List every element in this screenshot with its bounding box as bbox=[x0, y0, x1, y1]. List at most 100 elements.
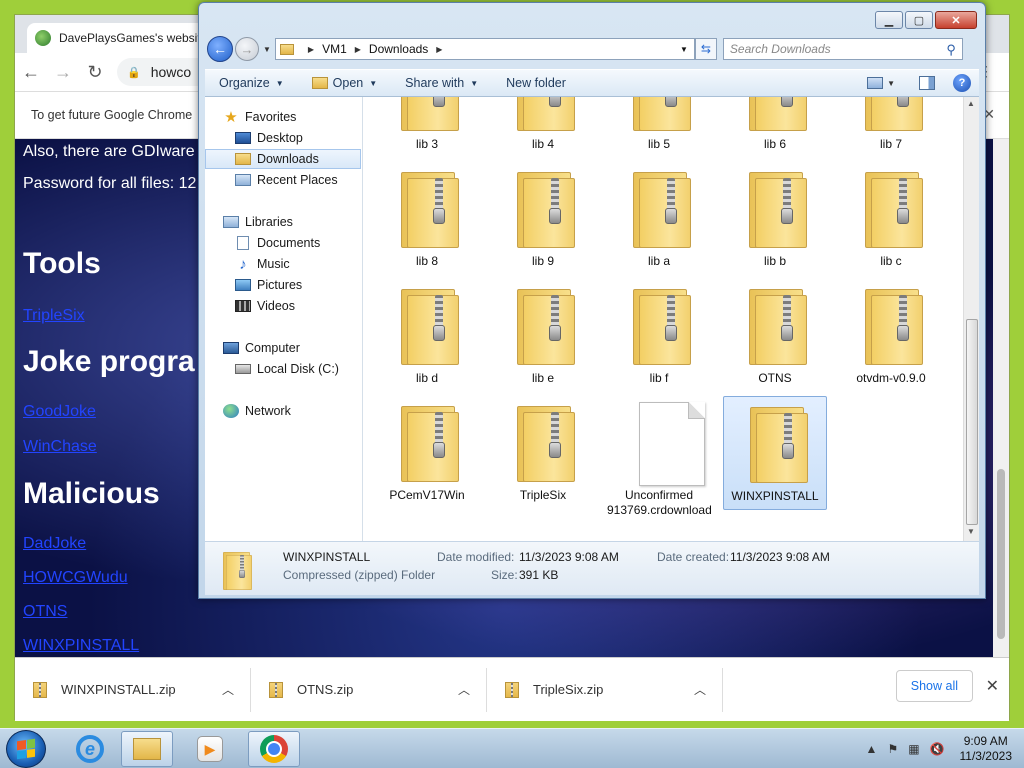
scroll-down-icon[interactable]: ▼ bbox=[967, 527, 975, 536]
file-item[interactable]: PCemV17Win bbox=[375, 396, 479, 510]
search-icon[interactable]: ⚲ bbox=[946, 42, 956, 58]
file-list-scrollbar[interactable]: ▲ ▼ bbox=[963, 97, 979, 541]
file-item[interactable]: Unconfirmed 913769.crdownload bbox=[607, 396, 712, 517]
show-all-button[interactable]: Show all bbox=[895, 670, 973, 702]
maximize-button[interactable]: ▢ bbox=[905, 11, 933, 29]
file-item[interactable]: lib f bbox=[607, 279, 711, 393]
taskbar-chrome[interactable] bbox=[248, 731, 300, 767]
scroll-up-icon[interactable]: ▲ bbox=[967, 99, 975, 108]
music-icon: ♪ bbox=[239, 255, 247, 273]
address-dropdown-icon[interactable]: ▼ bbox=[680, 45, 688, 54]
file-item[interactable]: lib 6 bbox=[723, 97, 827, 159]
zip-folder-icon bbox=[633, 168, 691, 248]
file-item[interactable]: lib e bbox=[491, 279, 595, 393]
download-item[interactable]: OTNS.zip ︿ bbox=[251, 667, 487, 712]
start-button[interactable] bbox=[6, 730, 46, 768]
nav-libraries[interactable]: Libraries bbox=[205, 212, 363, 232]
network-tray-icon[interactable]: ▦ bbox=[908, 742, 919, 756]
open-button[interactable]: Open ▼ bbox=[298, 76, 392, 90]
file-item[interactable]: OTNS bbox=[723, 279, 827, 393]
malicious-link[interactable]: OTNS bbox=[23, 603, 67, 621]
file-item[interactable]: lib a bbox=[607, 162, 711, 276]
folder-icon bbox=[279, 43, 294, 55]
page-line: Also, there are GDIware bbox=[23, 143, 195, 160]
file-item[interactable]: WINXPINSTALL bbox=[723, 396, 827, 510]
nav-videos[interactable]: Videos bbox=[205, 296, 363, 316]
page-scrollbar[interactable] bbox=[993, 139, 1009, 657]
tools-heading: Tools bbox=[23, 247, 101, 280]
file-name: lib 7 bbox=[879, 137, 902, 151]
forward-arrow-icon[interactable]: → bbox=[235, 37, 259, 61]
refresh-icon[interactable]: ⇆ bbox=[694, 38, 717, 60]
page-scroll-thumb[interactable] bbox=[997, 469, 1005, 639]
tools-link[interactable]: TripleSix bbox=[23, 307, 85, 325]
volume-muted-icon[interactable]: 🔇 bbox=[930, 742, 945, 756]
explorer-address-bar[interactable]: ▶ VM1 ▶ Downloads ▶ ▼ bbox=[274, 38, 695, 60]
search-input[interactable]: Search Downloads ⚲ bbox=[722, 38, 963, 60]
file-item[interactable]: lib 9 bbox=[491, 162, 595, 276]
malicious-link[interactable]: HOWCGWudu bbox=[23, 569, 128, 587]
joke-link[interactable]: WinChase bbox=[23, 438, 97, 456]
breadcrumb-vm1[interactable]: VM1 bbox=[322, 42, 347, 56]
taskbar-media-player[interactable]: ▶ bbox=[184, 731, 236, 767]
chevron-up-icon[interactable]: ︿ bbox=[222, 681, 234, 698]
file-item[interactable]: lib 8 bbox=[375, 162, 479, 276]
nav-favorites[interactable]: ★ Favorites bbox=[205, 107, 363, 127]
nav-desktop[interactable]: Desktop bbox=[205, 128, 363, 148]
file-item[interactable]: lib 4 bbox=[491, 97, 595, 159]
nav-music[interactable]: ♪ Music bbox=[205, 254, 363, 274]
breadcrumb-separator-icon[interactable]: ▶ bbox=[308, 45, 314, 54]
file-item[interactable]: lib d bbox=[375, 279, 479, 393]
download-item[interactable]: WINXPINSTALL.zip ︿ bbox=[15, 667, 251, 712]
file-item[interactable]: otvdm-v0.9.0 bbox=[839, 279, 943, 393]
nav-recent-places[interactable]: Recent Places bbox=[205, 170, 363, 190]
nav-documents[interactable]: Documents bbox=[205, 233, 363, 253]
recent-pages-dropdown-icon[interactable]: ▼ bbox=[263, 45, 271, 54]
browser-back-icon[interactable]: ← bbox=[15, 62, 47, 83]
breadcrumb-downloads[interactable]: Downloads bbox=[369, 42, 428, 56]
nav-pictures[interactable]: Pictures bbox=[205, 275, 363, 295]
chevron-up-icon[interactable]: ︿ bbox=[458, 681, 470, 698]
joke-link[interactable]: GoodJoke bbox=[23, 403, 96, 421]
clock[interactable]: 9:09 AM 11/3/2023 bbox=[960, 734, 1013, 764]
nav-label: Libraries bbox=[245, 215, 293, 229]
action-center-icon[interactable]: ⚑ bbox=[887, 742, 898, 756]
back-arrow-icon[interactable]: ← bbox=[207, 36, 233, 62]
chevron-up-icon[interactable]: ︿ bbox=[694, 681, 706, 698]
download-item[interactable]: TripleSix.zip ︿ bbox=[487, 667, 723, 712]
new-folder-button[interactable]: New folder bbox=[492, 76, 580, 90]
malicious-link[interactable]: WINXPINSTALL bbox=[23, 637, 139, 655]
file-item[interactable]: lib 5 bbox=[607, 97, 711, 159]
preview-pane-icon[interactable] bbox=[919, 76, 935, 90]
help-icon[interactable]: ? bbox=[953, 74, 971, 92]
breadcrumb-separator-icon[interactable]: ▶ bbox=[436, 45, 442, 54]
nav-network[interactable]: Network bbox=[205, 401, 363, 421]
minimize-button[interactable]: ▁ bbox=[875, 11, 903, 29]
file-item[interactable]: TripleSix bbox=[491, 396, 595, 510]
malicious-link[interactable]: DadJoke bbox=[23, 535, 86, 553]
taskbar-internet-explorer[interactable]: e bbox=[64, 731, 116, 767]
view-controls: ▼ ? bbox=[857, 74, 971, 92]
scroll-thumb[interactable] bbox=[966, 319, 978, 525]
browser-forward-icon[interactable]: → bbox=[47, 62, 79, 83]
file-item[interactable]: lib b bbox=[723, 162, 827, 276]
organize-button[interactable]: Organize ▼ bbox=[205, 76, 298, 90]
nav-local-disk[interactable]: Local Disk (C:) bbox=[205, 359, 363, 379]
close-button[interactable]: ✕ bbox=[935, 11, 977, 29]
downloads-bar: WINXPINSTALL.zip ︿ OTNS.zip ︿ TripleSix.… bbox=[15, 657, 1009, 721]
nav-computer[interactable]: Computer bbox=[205, 338, 363, 358]
share-with-button[interactable]: Share with ▼ bbox=[391, 76, 492, 90]
taskbar-explorer[interactable] bbox=[121, 731, 173, 767]
change-view-icon[interactable] bbox=[867, 77, 884, 89]
browser-reload-icon[interactable]: ↻ bbox=[79, 62, 111, 83]
nav-label: Favorites bbox=[245, 110, 297, 124]
file-item[interactable]: lib 7 bbox=[839, 97, 943, 159]
nav-downloads[interactable]: Downloads bbox=[205, 149, 361, 169]
file-item[interactable]: lib c bbox=[839, 162, 943, 276]
show-hidden-icons-icon[interactable]: ▲ bbox=[866, 742, 878, 756]
downloads-close-icon[interactable]: ✕ bbox=[986, 676, 999, 696]
file-item[interactable]: lib 3 bbox=[375, 97, 479, 159]
command-bar: Organize ▼ Open ▼ Share with ▼ New folder ▼… bbox=[205, 69, 979, 97]
breadcrumb-separator-icon[interactable]: ▶ bbox=[355, 45, 361, 54]
view-dropdown-icon[interactable]: ▼ bbox=[887, 79, 895, 88]
